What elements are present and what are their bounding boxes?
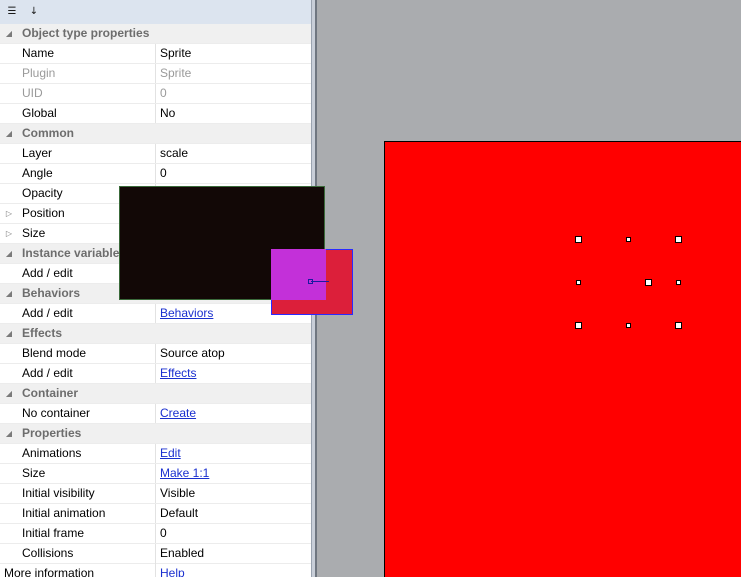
property-row[interactable]: Initial frame 0: [0, 524, 311, 544]
category-label: Properties: [22, 426, 82, 440]
resize-handle-top-right[interactable]: [675, 236, 682, 243]
property-row[interactable]: Angle 0: [0, 164, 311, 184]
property-row[interactable]: Initial visibility Visible: [0, 484, 311, 504]
property-row[interactable]: Layer scale: [0, 144, 311, 164]
category-label: Instance variables: [22, 246, 127, 260]
column-divider: [155, 557, 156, 577]
collapse-icon[interactable]: ◢: [3, 124, 15, 143]
resize-handle-bottom-left[interactable]: [575, 322, 582, 329]
resize-handle-top[interactable]: [626, 237, 631, 242]
property-row[interactable]: Blend mode Source atop: [0, 344, 311, 364]
properties-toolbar: ☰ ↓: [0, 0, 311, 25]
property-value[interactable]: scale: [155, 144, 311, 163]
property-value[interactable]: Enabled: [155, 544, 311, 563]
category-label: Container: [22, 386, 79, 400]
property-link[interactable]: Edit: [160, 446, 181, 460]
help-link[interactable]: Help: [160, 566, 185, 577]
property-value[interactable]: 0: [155, 524, 311, 543]
property-value: 0: [155, 84, 311, 103]
property-name: Plugin: [22, 66, 56, 80]
property-name: Initial animation: [22, 506, 106, 520]
property-row[interactable]: Add / edit Behaviors: [0, 304, 311, 324]
category-label: Common: [22, 126, 74, 140]
property-value[interactable]: Default: [155, 504, 311, 523]
property-name: Global: [22, 106, 57, 120]
property-row[interactable]: Initial animation Default: [0, 504, 311, 524]
category-header[interactable]: ◢ Container: [0, 384, 311, 404]
collapse-icon[interactable]: ◢: [3, 424, 15, 443]
layout-view[interactable]: [317, 0, 741, 577]
category-label: Behaviors: [22, 286, 81, 300]
category-label: Effects: [22, 326, 63, 340]
property-row[interactable]: Plugin Sprite: [0, 64, 311, 84]
property-name: Blend mode: [22, 346, 87, 360]
category-label: Object type properties: [22, 26, 150, 40]
property-name: Layer: [22, 146, 53, 160]
property-value[interactable]: 0: [155, 164, 311, 183]
property-value[interactable]: Edit: [155, 444, 311, 463]
property-name: Angle: [22, 166, 53, 180]
collapse-icon[interactable]: ◢: [3, 324, 15, 343]
property-value: Sprite: [155, 64, 311, 83]
property-row[interactable]: Size Make 1:1: [0, 464, 311, 484]
property-link[interactable]: Make 1:1: [160, 466, 209, 480]
origin-line: [311, 281, 329, 282]
category-header[interactable]: ◢ Effects: [0, 324, 311, 344]
property-name: Name: [22, 46, 55, 60]
expand-icon[interactable]: ▷: [3, 204, 15, 223]
property-row[interactable]: Add / edit Effects: [0, 364, 311, 384]
property-name: Animations: [22, 446, 82, 460]
property-link[interactable]: Behaviors: [160, 306, 213, 320]
property-name: More information: [4, 566, 95, 577]
property-value[interactable]: Source atop: [155, 344, 311, 363]
property-value[interactable]: No: [155, 104, 311, 123]
property-value[interactable]: Visible: [155, 484, 311, 503]
property-name: UID: [22, 86, 43, 100]
resize-handle-bottom[interactable]: [626, 323, 631, 328]
property-name: Collisions: [22, 546, 74, 560]
property-link[interactable]: Create: [160, 406, 196, 420]
property-name: Initial frame: [22, 526, 85, 540]
resize-handle-left[interactable]: [576, 280, 581, 285]
property-row[interactable]: UID 0: [0, 84, 311, 104]
category-header[interactable]: ◢ Common: [0, 124, 311, 144]
resize-handle-top-left[interactable]: [575, 236, 582, 243]
origin-point-handle[interactable]: [308, 279, 313, 284]
collapse-icon[interactable]: ◢: [3, 384, 15, 403]
property-name: Initial visibility: [22, 486, 95, 500]
resize-handle-right[interactable]: [676, 280, 681, 285]
property-value[interactable]: Create: [155, 404, 311, 423]
expand-icon[interactable]: ▷: [3, 224, 15, 243]
collapse-icon[interactable]: ◢: [3, 24, 15, 43]
property-value[interactable]: Help: [155, 564, 311, 577]
property-name: Add / edit: [22, 306, 73, 320]
collapse-icon[interactable]: ◢: [3, 244, 15, 263]
resize-handle-bottom-right[interactable]: [675, 322, 682, 329]
property-value[interactable]: Effects: [155, 364, 311, 383]
property-value[interactable]: Sprite: [155, 44, 311, 63]
property-link[interactable]: Effects: [160, 366, 196, 380]
property-name: Size: [22, 466, 46, 480]
resize-handle-center[interactable]: [645, 279, 652, 286]
property-row[interactable]: Animations Edit: [0, 444, 311, 464]
layout-canvas[interactable]: [384, 141, 741, 577]
property-grid: ◢ Object type properties Name Sprite Plugin S…: [0, 24, 311, 577]
collapse-icon[interactable]: ◢: [3, 284, 15, 303]
property-name: No container: [22, 406, 91, 420]
blend-overlap-region: [271, 249, 326, 300]
property-name: Add / edit: [22, 366, 73, 380]
property-row[interactable]: Global No: [0, 104, 311, 124]
sort-alphabetical-icon[interactable]: ↓: [25, 3, 43, 21]
property-value[interactable]: Make 1:1: [155, 464, 311, 483]
categorized-icon[interactable]: ☰: [3, 3, 21, 21]
property-row[interactable]: No container Create: [0, 404, 311, 424]
category-header[interactable]: ◢ Properties: [0, 424, 311, 444]
category-header[interactable]: ◢ Object type properties: [0, 24, 311, 44]
property-row[interactable]: Name Sprite: [0, 44, 311, 64]
